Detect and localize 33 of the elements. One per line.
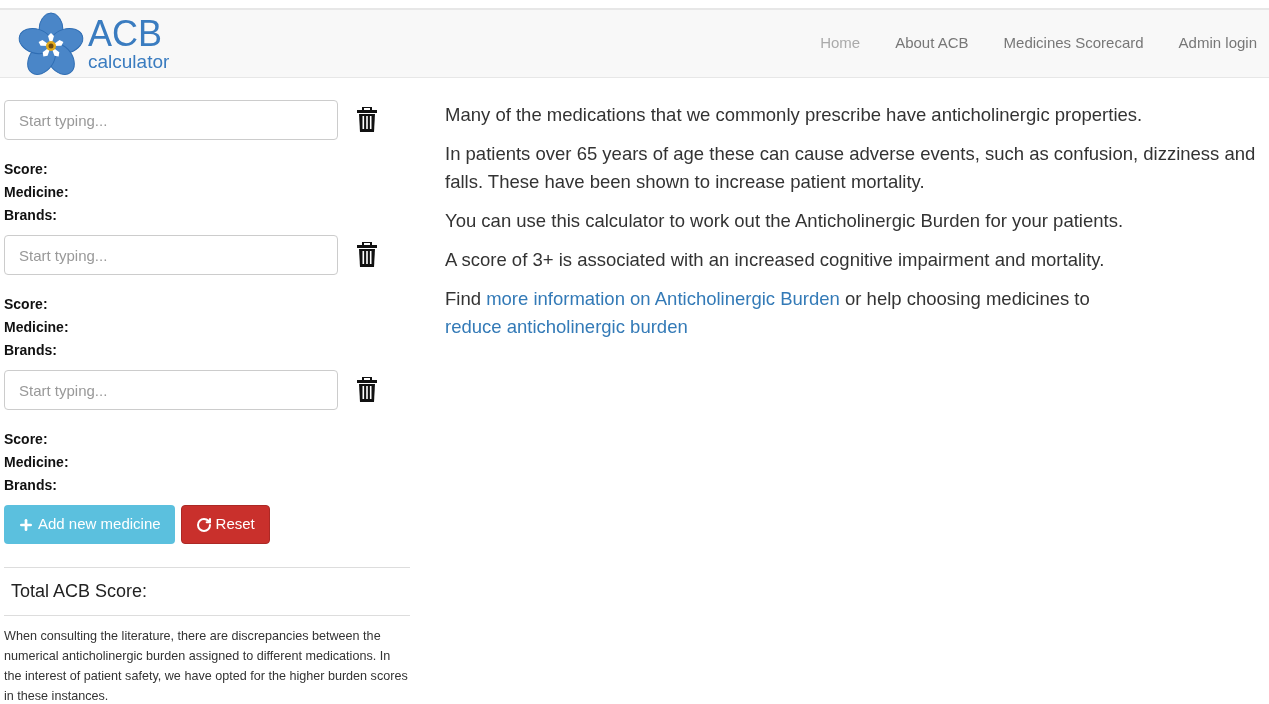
medicine-search-field[interactable]: Start typing...	[4, 370, 338, 410]
nav-link[interactable]: About ACB	[895, 32, 969, 55]
trash-icon[interactable]	[356, 107, 378, 133]
nav-link[interactable]: Home	[820, 32, 861, 55]
intro-paragraph: In patients over 65 years of age these can cause adverse events, such as confusion, dizziness and falls. These have been shown to increase patient mortality.	[445, 142, 1257, 194]
result-label: Medicine:	[4, 453, 70, 472]
medicine-search-field[interactable]: Start typing...	[4, 235, 338, 275]
result-label: Brands:	[4, 341, 58, 360]
result-label: Score:	[4, 430, 49, 449]
logo-title: ACB	[88, 15, 164, 52]
result-label: Brands:	[4, 206, 58, 225]
reset-button[interactable]: Reset	[180, 505, 270, 544]
intro-paragraph: Many of the medications that we commonly prescribe have anticholinergic properties.	[445, 103, 1144, 127]
trash-icon[interactable]	[356, 242, 378, 268]
total-score-label: Total ACB Score:	[11, 581, 148, 601]
info-link[interactable]: more information on Anticholinergic Burden	[486, 288, 840, 309]
reset-icon	[195, 516, 212, 533]
nav-link[interactable]: Admin login	[1178, 32, 1257, 55]
result-label: Medicine:	[4, 318, 70, 337]
intro-paragraph: You can use this calculator to work out the Anticholinergic Burden for your patients.	[445, 209, 1125, 233]
trash-icon[interactable]	[356, 377, 378, 403]
intro-paragraph: A score of 3+ is associated with an increased cognitive impairment and mortality.	[445, 248, 1106, 272]
nav-link[interactable]: Medicines Scorecard	[1003, 32, 1144, 55]
result-label: Score:	[4, 295, 49, 314]
disclaimer-text: When consulting the literature, there are discrepancies between the numerical anticholinergic burden assigned to different medications. In the interest of patient safety, we have opted for the higher burden scores in these instances.	[4, 628, 409, 704]
result-label: Score:	[4, 160, 49, 179]
result-label: Medicine:	[4, 183, 70, 202]
medicine-search-field[interactable]: Start typing...	[4, 100, 338, 140]
plus-icon	[18, 516, 34, 533]
info-link[interactable]: reduce anticholinergic burden	[445, 316, 688, 337]
info-paragraph: Find more information on Anticholinergic Burden or help choosing medicines to reduce anticholinergic burden	[445, 287, 1091, 339]
result-label: Brands:	[4, 476, 58, 495]
logo-subtitle: calculator	[88, 51, 170, 72]
